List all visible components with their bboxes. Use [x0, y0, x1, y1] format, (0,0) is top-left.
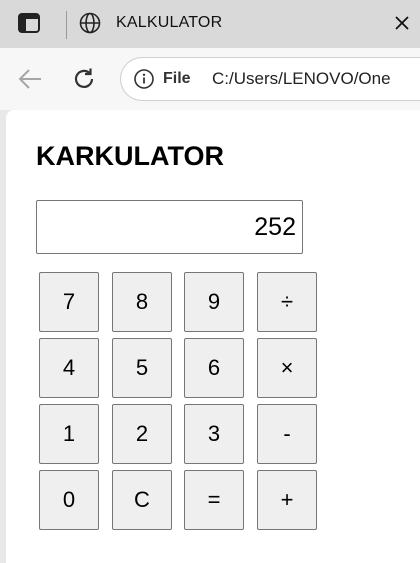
close-icon[interactable] [392, 13, 412, 33]
equals-button[interactable]: = [184, 470, 244, 530]
plus-button[interactable]: + [257, 470, 317, 530]
page-title: KARKULATOR [36, 141, 224, 171]
key-9[interactable]: 9 [184, 272, 244, 332]
calculator-display[interactable] [36, 200, 303, 254]
tab-divider [66, 11, 67, 39]
key-1[interactable]: 1 [39, 404, 99, 464]
tab-actions-icon[interactable] [16, 12, 42, 34]
clear-button[interactable]: C [112, 470, 172, 530]
key-7[interactable]: 7 [39, 272, 99, 332]
address-url[interactable]: C:/Users/LENOVO/One [212, 69, 391, 89]
key-8[interactable]: 8 [112, 272, 172, 332]
key-4[interactable]: 4 [39, 338, 99, 398]
multiply-button[interactable]: × [257, 338, 317, 398]
reload-icon[interactable] [70, 65, 98, 93]
page-content: KARKULATOR 7 8 9 ÷ 4 5 6 × 1 2 3 - 0 C =… [6, 110, 420, 563]
tab-title[interactable]: KALKULATOR [116, 13, 222, 33]
minus-button[interactable]: - [257, 404, 317, 464]
globe-icon [79, 12, 101, 34]
key-2[interactable]: 2 [112, 404, 172, 464]
info-icon[interactable] [133, 68, 155, 90]
key-3[interactable]: 3 [184, 404, 244, 464]
key-0[interactable]: 0 [39, 470, 99, 530]
browser-tab-bar: KALKULATOR [0, 0, 420, 48]
key-6[interactable]: 6 [184, 338, 244, 398]
calculator-keypad: 7 8 9 ÷ 4 5 6 × 1 2 3 - 0 C = + [39, 272, 319, 532]
browser-toolbar: File C:/Users/LENOVO/One [0, 48, 420, 110]
address-bar[interactable]: File C:/Users/LENOVO/One [120, 57, 420, 101]
address-scheme-label[interactable]: File [163, 69, 191, 89]
back-arrow-icon[interactable] [16, 67, 44, 91]
key-5[interactable]: 5 [112, 338, 172, 398]
divide-button[interactable]: ÷ [257, 272, 317, 332]
